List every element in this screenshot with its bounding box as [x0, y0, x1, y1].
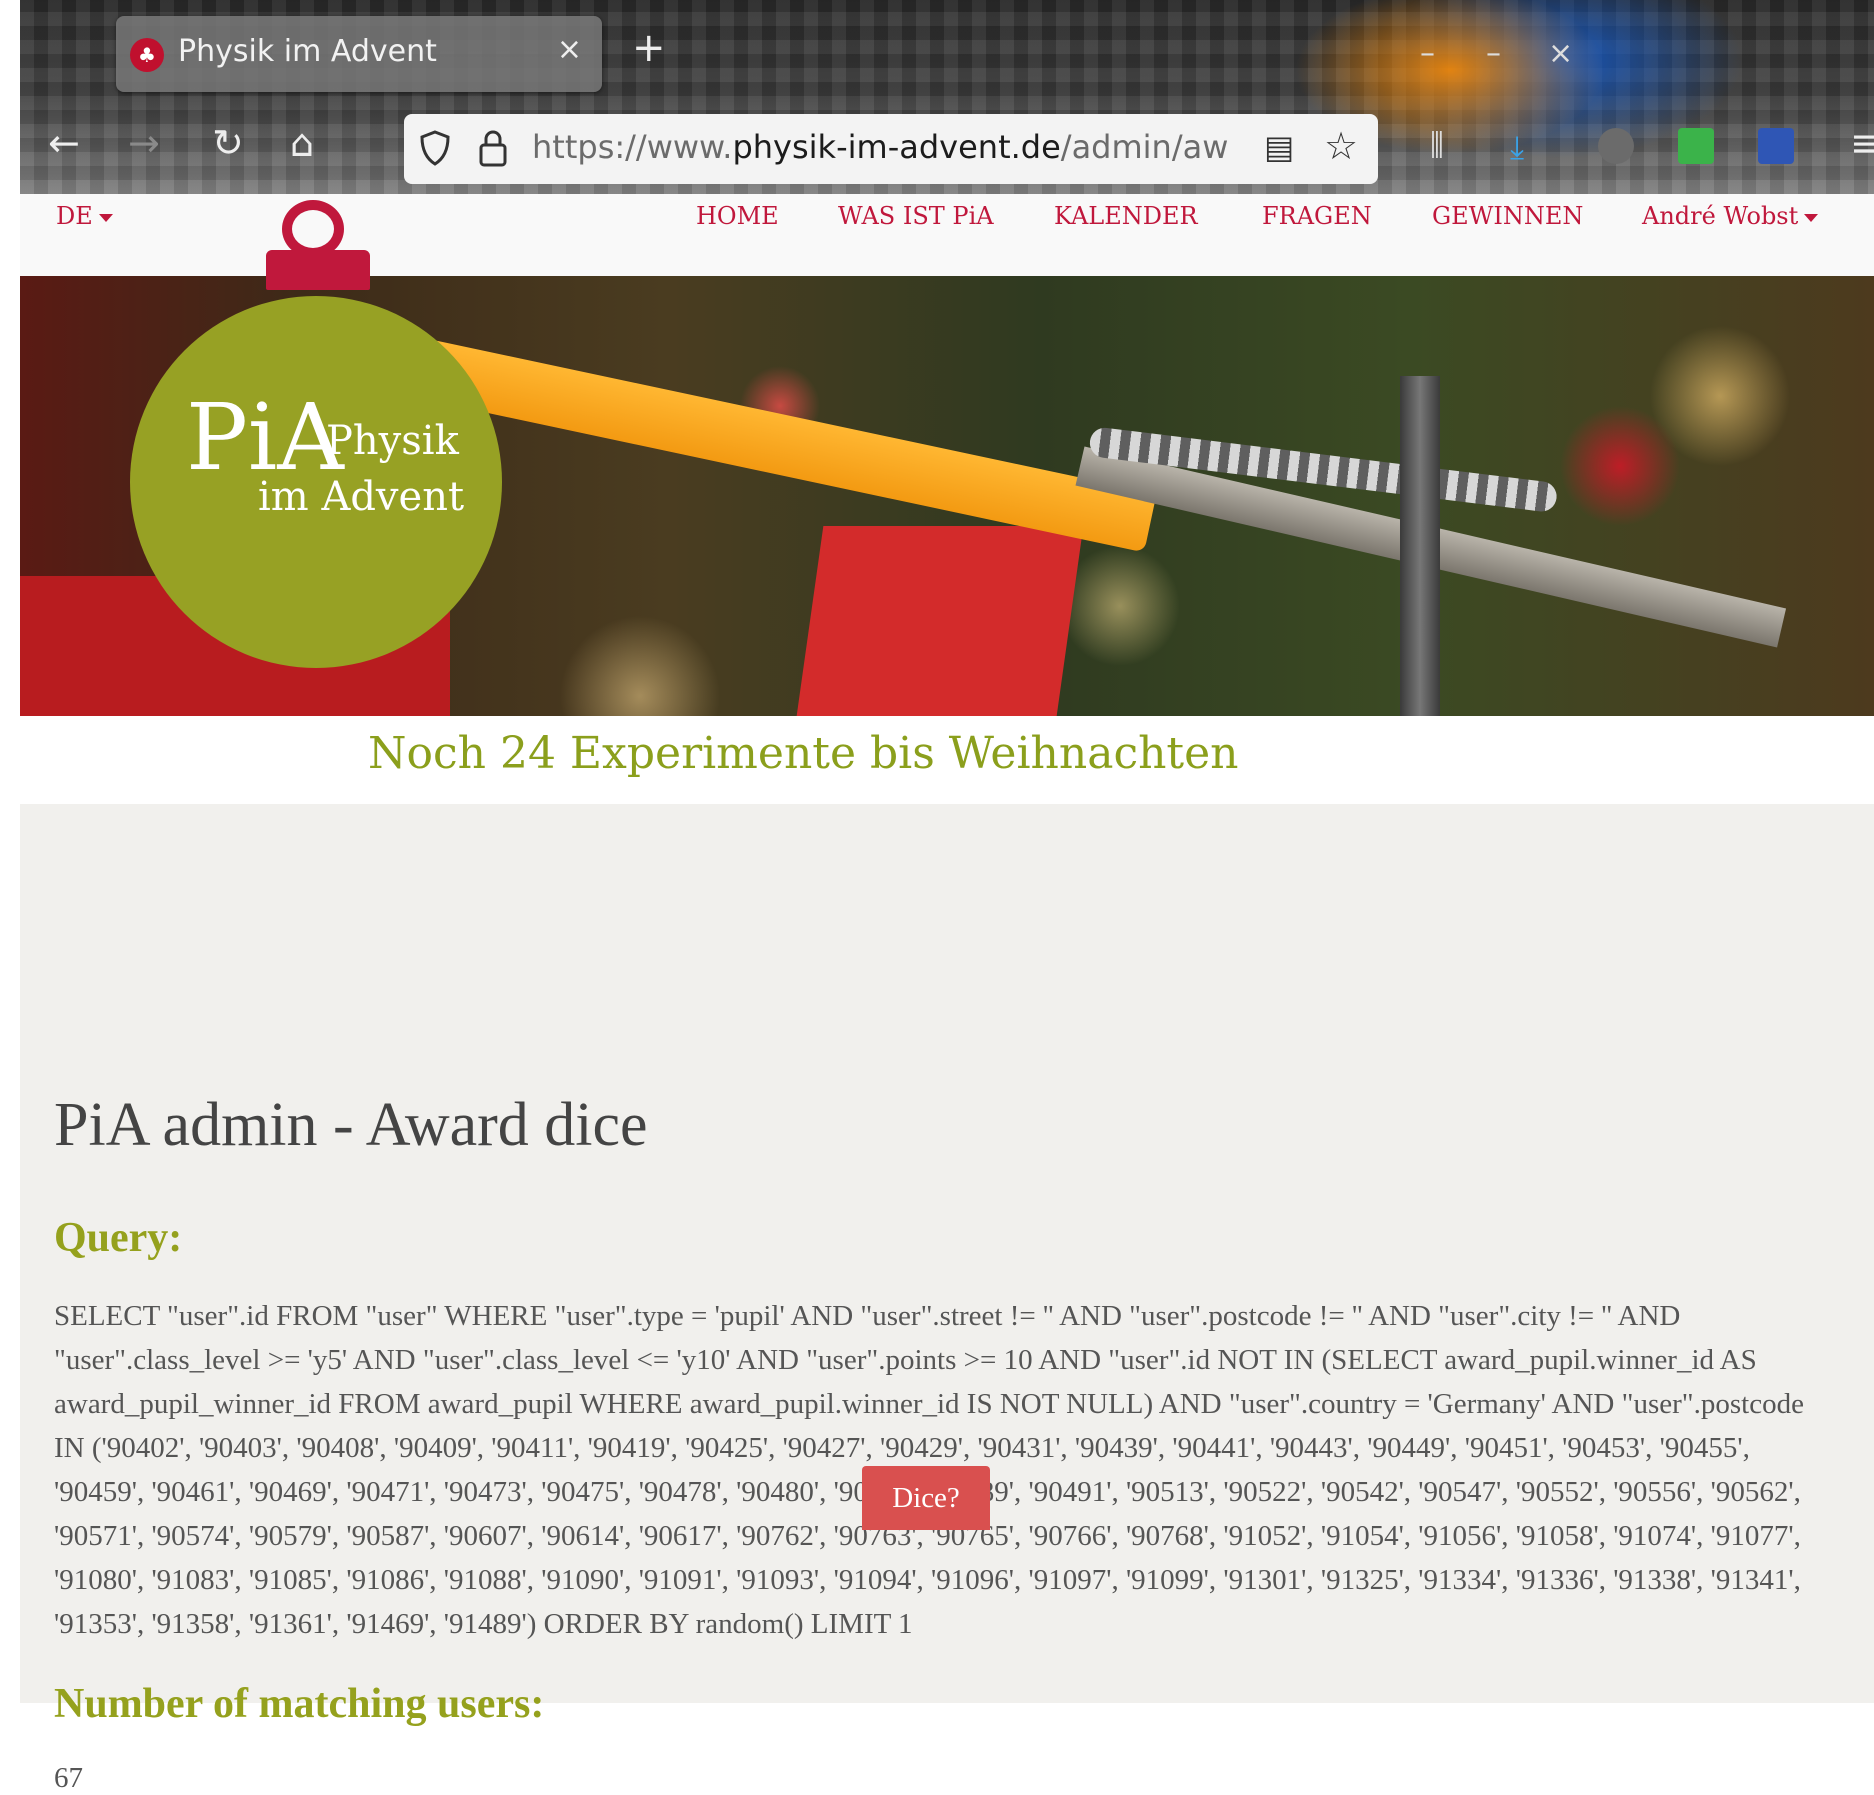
browser-tab[interactable]: ♣ Physik im Advent ×: [116, 16, 602, 92]
shield-icon[interactable]: [420, 130, 450, 166]
tab-close-icon[interactable]: ×: [557, 32, 582, 67]
url-prefix: https://www.: [532, 128, 733, 166]
nav-home[interactable]: HOME: [696, 202, 779, 230]
reader-icon[interactable]: ▤: [1264, 128, 1294, 166]
forward-icon[interactable]: →: [128, 124, 160, 162]
logo-advent: im Advent: [258, 474, 465, 520]
pia-favicon-icon: ♣: [130, 38, 164, 72]
language-dropdown[interactable]: DE: [56, 202, 113, 230]
url-path: /admin/aw: [1060, 128, 1229, 166]
chevron-down-icon: [1804, 213, 1819, 222]
new-tab-button[interactable]: +: [632, 28, 666, 68]
countdown-text: Noch 24 Experimente bis Weihnachten: [368, 728, 1239, 779]
nav-was-ist-pia[interactable]: WAS IST PiA: [838, 202, 994, 230]
home-icon[interactable]: ⌂: [290, 124, 314, 162]
page-title: PiA admin - Award dice: [54, 1091, 648, 1159]
extension-icon[interactable]: [1678, 128, 1714, 164]
logo-physik: Physik: [326, 418, 459, 464]
hero-red-bag: [796, 526, 1084, 716]
countdown-bar: Noch 24 Experimente bis Weihnachten: [20, 716, 1874, 804]
reload-icon[interactable]: ↻: [212, 124, 244, 162]
url-text[interactable]: https://www.physik-im-advent.de/admin/aw: [532, 128, 1262, 166]
nav-gewinnen[interactable]: GEWINNEN: [1432, 202, 1583, 230]
user-dropdown[interactable]: André Wobst: [1642, 202, 1819, 230]
bookmark-star-icon[interactable]: ☆: [1324, 124, 1358, 168]
menu-icon[interactable]: ≡: [1850, 124, 1874, 162]
download-icon[interactable]: ⤓: [1510, 128, 1546, 166]
count-heading: Number of matching users:: [54, 1681, 545, 1727]
extension-search-icon[interactable]: [1758, 128, 1794, 164]
close-window-icon[interactable]: ×: [1548, 36, 1573, 71]
url-host: physik-im-advent.de: [732, 128, 1061, 166]
matching-user-count: 67: [54, 1762, 83, 1794]
chevron-down-icon: [98, 213, 113, 222]
tab-title: Physik im Advent: [178, 34, 437, 69]
lock-icon[interactable]: [478, 128, 508, 168]
pia-logo[interactable]: PiA Physik im Advent: [130, 296, 502, 668]
restore-icon[interactable]: –: [1486, 36, 1501, 71]
language-label: DE: [56, 202, 93, 230]
dice-button[interactable]: Dice?: [862, 1466, 990, 1530]
ublock-icon[interactable]: [1598, 128, 1634, 164]
query-heading: Query:: [54, 1215, 183, 1261]
user-name: André Wobst: [1642, 202, 1799, 230]
hero-post: [1400, 376, 1440, 716]
minimize-icon[interactable]: –: [1420, 36, 1435, 71]
back-icon[interactable]: ←: [48, 124, 80, 162]
ornament-cap: [266, 250, 370, 290]
library-icon[interactable]: ⫼: [1430, 128, 1466, 164]
nav-kalender[interactable]: KALENDER: [1054, 202, 1198, 230]
nav-fragen[interactable]: FRAGEN: [1262, 202, 1372, 230]
browser-chrome: ♣ Physik im Advent × + – – × ← → ↻ ⌂ htt…: [20, 0, 1874, 194]
url-bar[interactable]: https://www.physik-im-advent.de/admin/aw…: [404, 114, 1378, 184]
